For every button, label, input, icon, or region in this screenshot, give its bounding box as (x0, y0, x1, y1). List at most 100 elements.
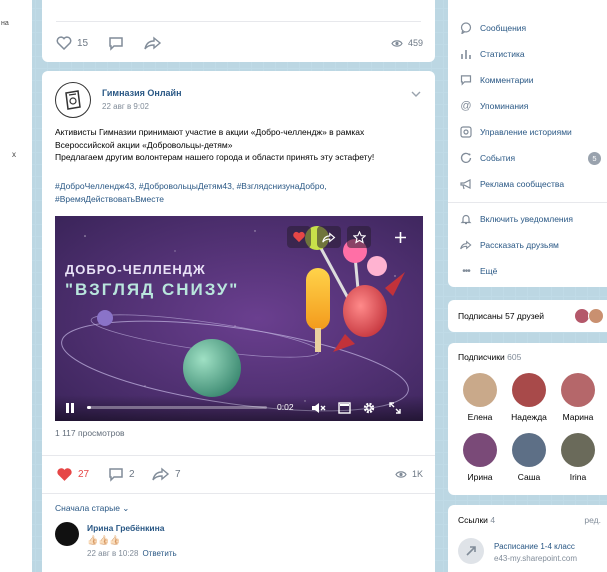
events-badge: 5 (588, 152, 601, 165)
links-count: 4 (490, 515, 496, 525)
heart-filled-icon (56, 467, 73, 482)
links-title[interactable]: Ссылки 4 (458, 515, 495, 525)
video-add-button[interactable] (389, 226, 411, 248)
video-views: 1 117 просмотров (55, 428, 125, 438)
like-button[interactable]: 15 (56, 36, 88, 50)
comment-button[interactable] (108, 36, 124, 51)
menu-item-label: Рассказать друзьям (480, 240, 559, 250)
menu-item-more[interactable]: ••• Ещё (460, 265, 497, 277)
commenter-avatar[interactable] (55, 522, 79, 546)
volume-muted-icon (312, 403, 326, 413)
menu-item-events[interactable]: События (460, 152, 515, 164)
post-comment-button[interactable]: 2 (108, 467, 135, 482)
sliver-text: на (1, 20, 9, 27)
commenter-name[interactable]: Ирина Гребёнкина (87, 523, 165, 533)
video-progress-bar[interactable] (87, 406, 267, 409)
fullscreen-icon (389, 402, 401, 414)
post-comment-count: 2 (129, 469, 135, 480)
post-share-count: 7 (175, 468, 181, 480)
post-views-count: 1K (411, 469, 423, 479)
miniplayer-button[interactable] (338, 402, 351, 414)
friends-subscribed[interactable]: Подписаны 57 друзей (448, 300, 607, 332)
mute-button[interactable] (311, 402, 327, 414)
avatar (463, 433, 497, 467)
subscriber[interactable]: Марина (555, 373, 601, 422)
miniplayer-icon (338, 402, 351, 414)
menu-item-notifications[interactable]: Включить уведомления (460, 213, 573, 225)
menu-item-stories[interactable]: Управление историями (460, 126, 572, 138)
comment-date[interactable]: 22 авг в 10:28 (87, 549, 138, 558)
pause-button[interactable] (65, 402, 75, 414)
divider (448, 202, 607, 203)
comment-icon (108, 467, 124, 482)
subscriber[interactable]: Саша (506, 433, 552, 482)
stats-icon (460, 48, 472, 60)
video-like-button[interactable] (287, 226, 311, 248)
share-button[interactable] (144, 36, 162, 50)
menu-item-label: Комментарии (480, 75, 534, 85)
heart-icon (56, 36, 72, 50)
menu-item-stats[interactable]: Статистика (460, 48, 525, 60)
reply-link[interactable]: Ответить (142, 549, 176, 558)
stories-icon (460, 126, 472, 138)
post-hashtags[interactable]: #ДоброЧеллендж43, #ДобровольцыДетям43, #… (55, 180, 425, 206)
video-share-button[interactable] (317, 226, 341, 248)
links-block: Ссылки 4 ред. Расписание 1-4 класс e43-m… (448, 505, 607, 572)
eye-icon (395, 470, 407, 479)
link-item[interactable]: Расписание 1-4 класс e43-my.sharepoint.c… (494, 541, 577, 565)
fullscreen-button[interactable] (389, 402, 401, 414)
video-title-line-2: "ВЗГЛЯД СНИЗУ" (65, 280, 240, 299)
plus-icon (394, 231, 406, 243)
hashtags-line[interactable]: #ДоброЧеллендж43, #ДобровольцыДетям43, #… (55, 180, 425, 193)
post-views-indicator: 1K (395, 469, 423, 479)
menu-item-tell-friends[interactable]: Рассказать друзьям (460, 239, 559, 251)
pause-icon (66, 403, 74, 413)
previous-post-actions: 15 459 (42, 0, 435, 62)
subscriber-name: Елена (467, 412, 493, 422)
subscriber-name: Саша (517, 472, 541, 482)
subscriber[interactable]: Надежда (506, 373, 552, 422)
subscriber[interactable]: Irina (555, 433, 601, 482)
avatar (512, 373, 546, 407)
subscribers-title[interactable]: Подписчики 605 (458, 352, 521, 362)
subscribers-label: Подписчики (458, 352, 505, 362)
subscriber[interactable]: Елена (457, 373, 503, 422)
settings-button[interactable] (362, 401, 376, 415)
menu-item-label: Включить уведомления (480, 214, 573, 224)
avatar (463, 373, 497, 407)
subscriber[interactable]: Ирина (457, 433, 503, 482)
video-bookmark-button[interactable] (347, 226, 371, 248)
links-edit-link[interactable]: ред. (584, 515, 601, 525)
post-text: Активисты Гимназии принимают участие в а… (55, 126, 425, 164)
subscriber-name: Irina (569, 472, 587, 482)
divider (56, 21, 421, 22)
community-avatar[interactable] (55, 82, 91, 118)
wall-post: Гимназия Онлайн 22 авг в 9:02 Активисты … (42, 71, 435, 572)
menu-item-mentions[interactable]: @ Упоминания (460, 100, 528, 112)
menu-item-label: Статистика (480, 49, 525, 59)
chevron-down-icon[interactable] (411, 91, 421, 97)
post-share-button[interactable]: 7 (152, 467, 181, 481)
link-title: Расписание 1-4 класс (494, 542, 575, 551)
post-like-button[interactable]: 27 (56, 467, 89, 482)
link-url: e43-my.sharepoint.com (494, 554, 577, 563)
avatar (561, 373, 595, 407)
hashtags-line[interactable]: #ВремяДействоватьВместе (55, 193, 425, 206)
share-icon (460, 239, 472, 251)
video-player[interactable]: ДОБРО-ЧЕЛЛЕНДЖ "ВЗГЛЯД СНИЗУ" 0:02 (55, 216, 423, 421)
views-count: 459 (407, 38, 423, 48)
events-icon (460, 152, 472, 164)
friends-label: Подписаны 57 друзей (458, 311, 545, 321)
post-date[interactable]: 22 авг в 9:02 (102, 102, 149, 111)
comment-text: 👍🏻👍🏻👍🏻 (87, 535, 121, 545)
share-icon (144, 36, 162, 50)
gear-icon (363, 402, 375, 414)
post-author[interactable]: Гимназия Онлайн (102, 88, 182, 98)
comment-sort-dropdown[interactable]: Сначала старые ⌄ (55, 503, 129, 514)
chevron-down-icon: ⌄ (122, 503, 130, 513)
left-sliver: на х (0, 0, 32, 572)
menu-item-ads[interactable]: Реклама сообщества (460, 178, 564, 190)
menu-item-comments[interactable]: Комментарии (460, 74, 534, 86)
menu-item-messages[interactable]: Сообщения (460, 22, 526, 34)
video-time: 0:02 (277, 402, 294, 412)
